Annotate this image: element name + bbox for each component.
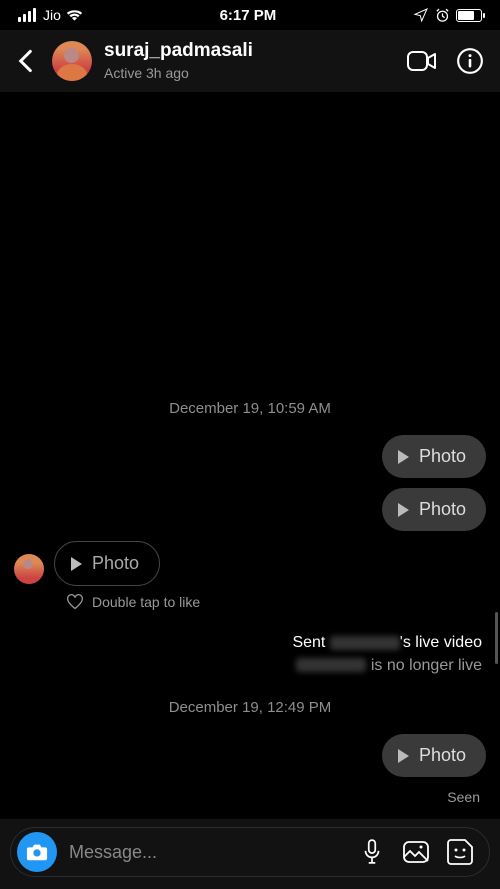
play-icon xyxy=(71,557,82,571)
carrier-label: Jio xyxy=(43,7,61,23)
sticker-icon xyxy=(447,839,473,865)
gallery-button[interactable] xyxy=(401,837,431,867)
play-icon xyxy=(398,749,409,763)
outgoing-photo-bubble[interactable]: Photo xyxy=(382,488,486,531)
cellular-signal-icon xyxy=(18,8,36,22)
live-suffix: 's live video xyxy=(400,634,482,651)
timestamp-label: December 19, 10:59 AM xyxy=(14,400,486,417)
avatar[interactable] xyxy=(52,41,92,81)
bubble-label: Photo xyxy=(419,499,466,520)
presence-label: Active 3h ago xyxy=(104,65,395,82)
camera-icon xyxy=(26,842,48,862)
play-icon xyxy=(398,450,409,464)
sender-avatar[interactable] xyxy=(14,554,44,584)
message-list[interactable]: December 19, 10:59 AM Photo Photo Photo … xyxy=(0,92,500,819)
outgoing-photo-bubble[interactable]: Photo xyxy=(382,435,486,478)
info-button[interactable] xyxy=(455,46,485,76)
video-call-button[interactable] xyxy=(407,46,437,76)
location-icon xyxy=(413,7,429,23)
sticker-button[interactable] xyxy=(445,837,475,867)
camera-button[interactable] xyxy=(17,832,57,872)
live-prefix: Sent xyxy=(292,634,329,651)
mic-button[interactable] xyxy=(357,837,387,867)
user-info[interactable]: suraj_padmasali Active 3h ago xyxy=(104,40,395,82)
status-bar: Jio 6:17 PM xyxy=(0,0,500,30)
alarm-icon xyxy=(434,7,451,24)
battery-icon xyxy=(456,9,482,22)
mic-icon xyxy=(363,839,381,865)
bubble-label: Photo xyxy=(419,446,466,467)
clock: 6:17 PM xyxy=(220,7,277,24)
back-button[interactable] xyxy=(10,41,40,81)
seen-label: Seen xyxy=(14,789,480,805)
incoming-photo-bubble[interactable]: Photo xyxy=(54,541,160,586)
scrollbar[interactable] xyxy=(495,612,498,664)
live-line2: is no longer live xyxy=(366,657,482,674)
live-video-notice[interactable]: Sent 's live video is no longer live xyxy=(292,632,482,677)
message-composer xyxy=(10,827,490,877)
play-icon xyxy=(398,503,409,517)
wifi-icon xyxy=(66,9,83,22)
redacted-username xyxy=(330,636,400,650)
timestamp-label: December 19, 12:49 PM xyxy=(14,699,486,716)
bubble-label: Photo xyxy=(419,745,466,766)
username-label: suraj_padmasali xyxy=(104,40,395,63)
message-input[interactable] xyxy=(69,842,345,863)
heart-icon xyxy=(66,594,84,610)
double-tap-hint: Double tap to like xyxy=(66,594,486,610)
bubble-label: Photo xyxy=(92,553,139,574)
chat-header: suraj_padmasali Active 3h ago xyxy=(0,30,500,92)
redacted-username xyxy=(296,658,366,672)
gallery-icon xyxy=(403,840,429,864)
outgoing-photo-bubble[interactable]: Photo xyxy=(382,734,486,777)
